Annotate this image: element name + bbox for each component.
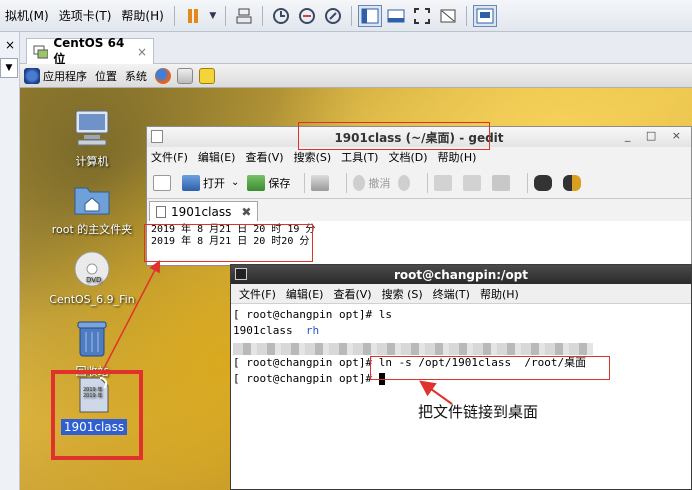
arrow-to-text [101,260,161,373]
toolbar-separator [173,5,175,26]
pause-icon[interactable] [181,5,205,27]
console-view-icon[interactable] [384,5,408,27]
vm-tab-close-button[interactable]: × [137,45,147,59]
library-close-button[interactable]: × [5,38,15,52]
vmware-tabbar: CentOS 64 位 × [20,32,692,66]
library-panel [0,32,20,490]
snapshot-manager-icon[interactable] [321,5,345,27]
vm-icon [33,45,49,58]
annotation-arrows [101,260,453,405]
menu-vm[interactable]: 拟机(M) [0,7,54,24]
revert-snapshot-icon[interactable] [295,5,319,27]
send-keys-icon[interactable] [232,5,256,27]
menu-help[interactable]: 帮助(H) [116,7,168,24]
fullscreen-icon[interactable] [410,5,434,27]
menu-tabs[interactable]: 选项卡(T) [54,7,117,24]
thumbnail-view-icon[interactable] [472,4,497,27]
vm-tab-centos[interactable]: CentOS 64 位 × [26,36,154,66]
sidebar-view-icon[interactable] [357,4,382,27]
unity-icon[interactable] [436,5,460,27]
library-dropdown[interactable]: ▼ [0,58,18,78]
annotation-note: 把文件链接到桌面 [418,403,539,421]
guest-desktop: 应用程序 位置 系统 计算机 root 的主文件夹 DVD CentOS_6.9… [20,64,692,490]
dropdown-arrow-icon[interactable]: ▼ [207,5,219,27]
vm-tab-label: CentOS 64 位 [53,36,125,66]
snapshot-icon[interactable] [269,5,293,27]
vmware-menubar: 拟机(M) 选项卡(T) 帮助(H) ▼ [0,0,692,32]
